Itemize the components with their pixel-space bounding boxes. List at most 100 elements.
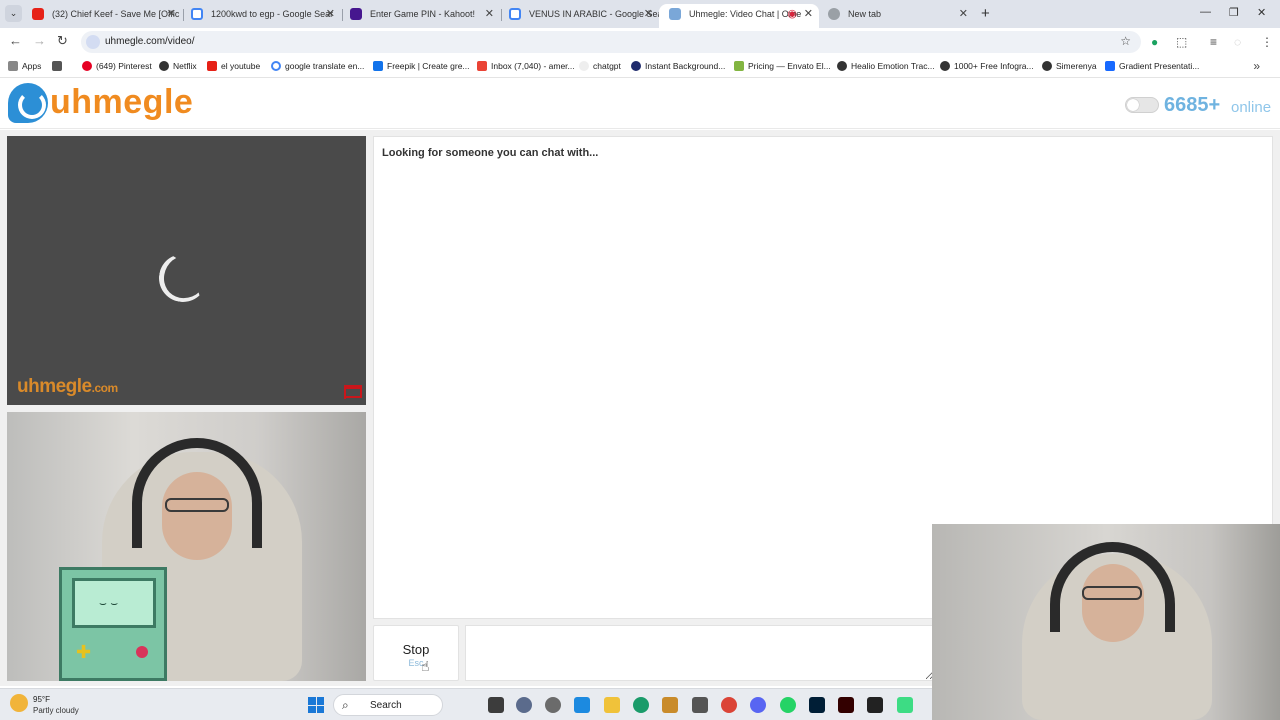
browser-tab[interactable]: (32) Chief Keef - Save Me [Offic ✕	[22, 4, 182, 28]
app-pyramid-icon[interactable]	[662, 697, 678, 713]
bmo-dpad-icon: ✚	[76, 642, 92, 662]
bmo-screen: ⌣ ⌣	[72, 578, 156, 628]
browser-tab[interactable]: VENUS IN ARABIC - Google Sea ✕	[499, 4, 659, 28]
bmo-button-icon	[136, 646, 148, 658]
bookmark-freepik[interactable]: Freepik | Create gre...	[373, 61, 470, 71]
loading-spinner-icon	[155, 250, 211, 306]
close-tab-icon[interactable]: ✕	[804, 4, 813, 24]
forward-icon[interactable]: →	[33, 34, 46, 48]
freepik-icon	[373, 61, 383, 71]
new-tab-button[interactable]: +	[981, 6, 990, 22]
bookmark-healio[interactable]: Healio Emotion Trac...	[837, 61, 935, 71]
bookmark-star-icon[interactable]: ☆	[1120, 34, 1131, 48]
pinterest-icon	[82, 61, 92, 71]
envato-icon	[734, 61, 744, 71]
stop-button[interactable]: Stop Esc	[373, 625, 459, 681]
stop-button-shortcut: Esc	[408, 658, 424, 668]
site-header: uhmegle 6685+ online	[0, 79, 1280, 129]
tab-search-chevron-icon[interactable]: ⌄	[5, 5, 22, 22]
close-tab-icon[interactable]: ✕	[485, 4, 494, 24]
picture-in-picture-video[interactable]	[932, 524, 1280, 720]
apps-grid-icon	[8, 61, 18, 71]
close-tab-icon[interactable]: ✕	[959, 4, 968, 24]
bookmark-grid[interactable]	[52, 61, 66, 71]
bookmarks-bar: Apps (649) Pinterest Netflix el youtube …	[0, 56, 1280, 78]
browser-tab[interactable]: 1200kwd to egp - Google Sear ✕	[181, 4, 341, 28]
task-view-icon[interactable]	[488, 697, 504, 713]
bookmark-instant-background[interactable]: Instant Background...	[631, 61, 725, 71]
android-app-icon[interactable]	[897, 697, 913, 713]
bookmark-infographics[interactable]: 1000+ Free Infogra...	[940, 61, 1034, 71]
close-tab-icon[interactable]: ✕	[644, 4, 653, 24]
report-flag-icon[interactable]	[344, 385, 362, 399]
bookmark-gmail[interactable]: Inbox (7,040) - amer...	[477, 61, 575, 71]
whatsapp-icon[interactable]	[780, 697, 796, 713]
close-tab-icon[interactable]: ✕	[326, 4, 335, 24]
kahoot-icon	[350, 8, 362, 20]
chrome-icon[interactable]	[721, 697, 737, 713]
search-icon: ⌕	[342, 698, 349, 712]
epic-games-icon[interactable]	[867, 697, 883, 713]
reload-icon[interactable]: ↻	[57, 34, 68, 48]
address-bar[interactable]: uhmegle.com/video/ ☆	[81, 31, 1141, 53]
theme-toggle[interactable]	[1125, 97, 1159, 113]
weather-condition[interactable]: Partly cloudy	[33, 706, 79, 715]
site-info-icon[interactable]	[86, 35, 100, 49]
instant-background-icon	[631, 61, 641, 71]
photos-app-icon[interactable]	[574, 697, 590, 713]
weather-temperature[interactable]: 95°F	[33, 695, 50, 704]
close-tab-icon[interactable]: ✕	[167, 4, 176, 24]
site-logo-text[interactable]: uhmegle	[50, 83, 193, 122]
profile-avatar-icon[interactable]: ◌	[1234, 35, 1241, 49]
settings-gear-icon[interactable]	[545, 697, 561, 713]
browser-tab-strip: ⌄ (32) Chief Keef - Save Me [Offic ✕ 120…	[0, 0, 1280, 28]
chrome-menu-icon[interactable]: ⋮	[1261, 35, 1273, 49]
bookmark-chatgpt[interactable]: chatgpt	[579, 61, 621, 71]
google-icon	[271, 61, 281, 71]
window-close-icon[interactable]: ✕	[1257, 6, 1266, 19]
message-input[interactable]	[465, 625, 935, 681]
bookmark-google-translate[interactable]: google translate en...	[271, 61, 364, 71]
taskbar-search[interactable]: ⌕ Search	[333, 694, 443, 716]
bmo-sticker: ⌣ ⌣ ✚	[59, 567, 167, 681]
browser-tab-active[interactable]: Uhmegle: Video Chat | Ome ◉ ✕	[659, 4, 819, 28]
stop-button-label: Stop	[402, 642, 430, 657]
bookmarks-overflow-icon[interactable]: »	[1253, 59, 1260, 73]
toggle-knob	[1127, 99, 1139, 111]
bookmark-apps[interactable]: Apps	[8, 61, 41, 71]
camera-app-icon[interactable]	[516, 697, 532, 713]
maximize-icon[interactable]: ❐	[1229, 6, 1239, 19]
media-controls-icon[interactable]: ≡	[1210, 35, 1217, 49]
chatgpt-icon	[579, 61, 589, 71]
weather-icon[interactable]	[10, 694, 28, 712]
file-explorer-icon[interactable]	[604, 697, 620, 713]
glasses-shape	[165, 498, 229, 512]
grid-icon	[52, 61, 62, 71]
windows-start-icon[interactable]	[308, 697, 324, 713]
online-label: online	[1231, 99, 1272, 116]
bookmark-youtube[interactable]: el youtube	[207, 61, 260, 71]
minimize-icon[interactable]: —	[1200, 6, 1211, 18]
gmail-icon	[477, 61, 487, 71]
globe-icon	[940, 61, 950, 71]
extensions-icon[interactable]: ⬚	[1176, 35, 1187, 49]
microsoft-store-icon[interactable]	[692, 697, 708, 713]
discord-icon[interactable]	[750, 697, 766, 713]
back-icon[interactable]: ←	[9, 34, 22, 48]
bookmark-netflix[interactable]: Netflix	[159, 61, 197, 71]
browser-tab[interactable]: New tab ✕	[818, 4, 974, 28]
bookmark-gradient[interactable]: Gradient Presentati...	[1105, 61, 1199, 71]
chrome-newtab-icon	[828, 8, 840, 20]
globe-icon	[1042, 61, 1052, 71]
stranger-video: uhmegle.com	[7, 136, 366, 405]
uhmegle-logo-icon[interactable]	[8, 83, 48, 123]
hand-cursor-icon: ☝	[421, 658, 430, 674]
photoshop-icon[interactable]	[809, 697, 825, 713]
bookmark-simerenya[interactable]: Simerenya	[1042, 61, 1097, 71]
browser-tab[interactable]: Enter Game PIN - Kahoot! ✕	[340, 4, 500, 28]
illustrator-icon[interactable]	[838, 697, 854, 713]
app-q-icon[interactable]	[633, 697, 649, 713]
bookmark-envato[interactable]: Pricing — Envato El...	[734, 61, 831, 71]
grammarly-extension-icon[interactable]: ●	[1151, 35, 1158, 49]
bookmark-pinterest[interactable]: (649) Pinterest	[82, 61, 152, 71]
